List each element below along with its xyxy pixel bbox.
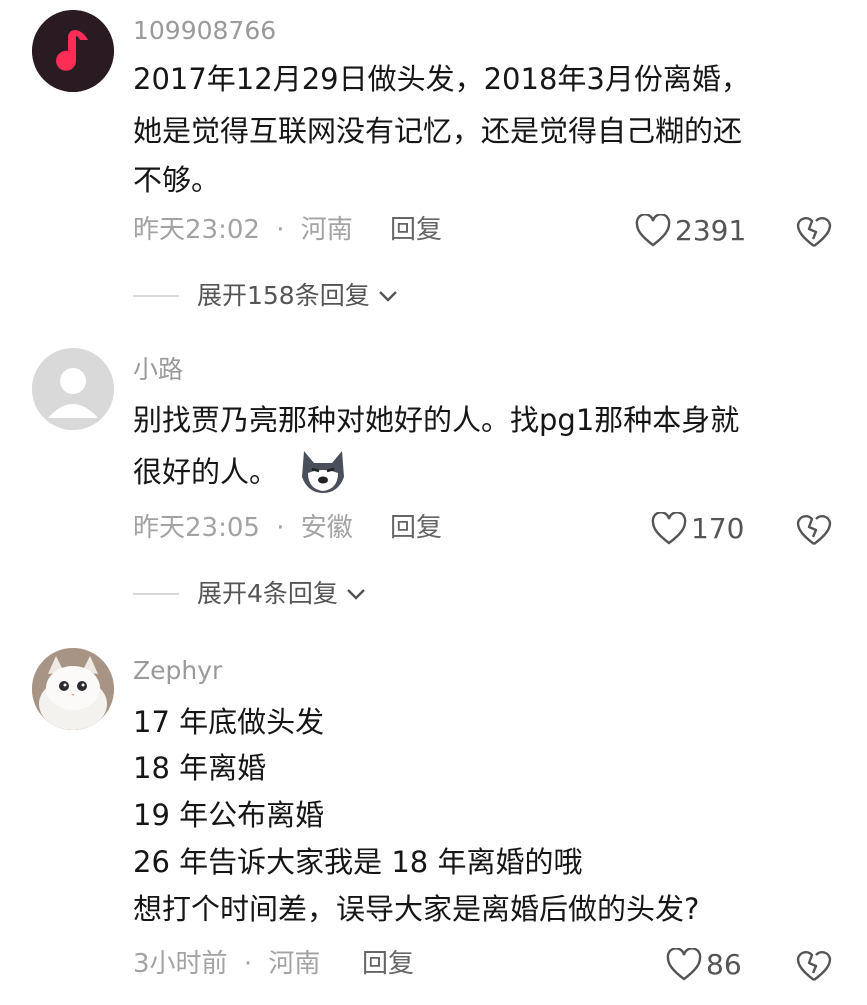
heart-icon <box>651 512 687 545</box>
timestamp: 3小时前 <box>133 949 228 979</box>
comment-meta: 昨天23:02 · 河南 <box>133 217 353 243</box>
chevron-down-icon <box>347 588 365 600</box>
default-user-icon <box>32 348 114 430</box>
chevron-down-icon <box>378 290 397 302</box>
avatar[interactable] <box>32 348 114 430</box>
broken-heart-icon[interactable] <box>796 213 832 249</box>
like-button[interactable]: 170 <box>651 512 744 546</box>
heart-icon <box>635 214 671 247</box>
broken-heart-icon[interactable] <box>796 947 832 983</box>
avatar[interactable] <box>32 648 114 730</box>
reply-button[interactable]: 回复 <box>362 951 414 977</box>
comment-text-line: 2017年12月29日做头发，2018年3月份离婚， <box>133 62 750 96</box>
username[interactable]: Zephyr <box>133 658 222 683</box>
comment-meta: 昨天23:05 · 安徽 <box>133 515 353 541</box>
like-count: 2391 <box>675 214 747 247</box>
heart-icon <box>666 948 702 981</box>
comment-text-line: 18 年离婚 <box>133 751 267 785</box>
divider <box>133 592 179 595</box>
username[interactable]: 109908766 <box>133 18 276 43</box>
region: 河南 <box>268 949 321 979</box>
timestamp: 昨天23:02 <box>133 215 260 245</box>
avatar[interactable] <box>32 10 114 92</box>
divider <box>133 294 179 297</box>
husky-dog-emoji <box>302 451 344 493</box>
separator: · <box>276 215 285 245</box>
white-cat-photo <box>32 648 114 730</box>
comment-text-line: 她是觉得互联网没有记忆，还是觉得自己糊的还 <box>133 114 743 148</box>
broken-heart-icon[interactable] <box>796 511 832 547</box>
expand-label: 展开4条回复 <box>197 579 338 608</box>
comment-text-line: 26 年告诉大家我是 18 年离婚的哦 <box>133 845 583 879</box>
reply-button[interactable]: 回复 <box>390 515 442 541</box>
region: 安徽 <box>300 513 353 543</box>
like-count: 86 <box>706 948 742 981</box>
timestamp: 昨天23:05 <box>133 513 260 543</box>
comment-text-line: 想打个时间差，误导大家是离婚后做的头发? <box>133 892 700 926</box>
reply-button[interactable]: 回复 <box>390 217 442 243</box>
comment-meta: 3小时前 · 河南 <box>133 951 320 977</box>
region: 河南 <box>300 215 353 245</box>
comment-text-line: 不够。 <box>133 163 221 197</box>
comment-text-line: 很好的人。 <box>133 455 279 489</box>
comment-text-line: 17 年底做头发 <box>133 705 325 739</box>
comment-text-line: 19 年公布离婚 <box>133 798 325 832</box>
like-button[interactable]: 2391 <box>635 214 746 248</box>
separator: · <box>243 949 253 979</box>
music-note-icon <box>32 10 114 92</box>
expand-replies-button[interactable]: 展开158条回复 <box>133 283 400 308</box>
separator: · <box>276 513 285 543</box>
like-button[interactable]: 86 <box>666 948 742 982</box>
comment-text-line: 别找贾乃亮那种对她好的人。找pg1那种本身就 <box>133 403 740 437</box>
expand-label: 展开158条回复 <box>197 281 370 310</box>
username[interactable]: 小路 <box>133 357 183 382</box>
expand-replies-button[interactable]: 展开4条回复 <box>133 581 368 606</box>
like-count: 170 <box>691 512 745 545</box>
